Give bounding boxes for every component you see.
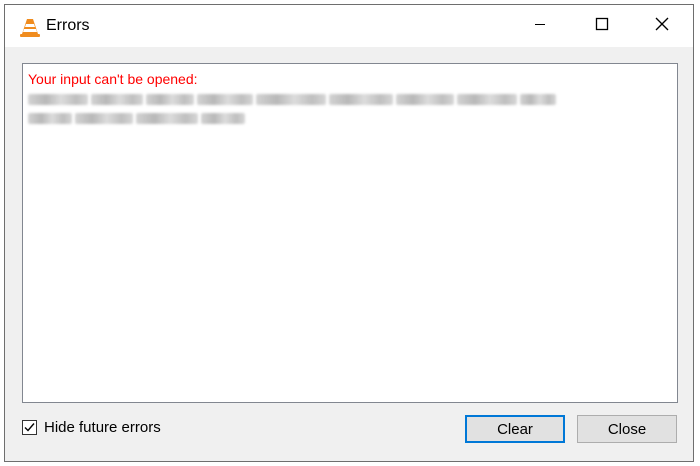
maximize-icon (595, 17, 609, 36)
clear-button[interactable]: Clear (465, 415, 565, 443)
minimize-button[interactable] (509, 5, 571, 47)
checkbox-box[interactable] (22, 420, 37, 435)
window-title: Errors (46, 17, 90, 34)
hide-future-errors-checkbox[interactable]: Hide future errors (22, 419, 161, 436)
vlc-cone-icon (19, 16, 41, 38)
close-button[interactable]: Close (577, 415, 677, 443)
checkbox-label: Hide future errors (44, 419, 161, 436)
error-log-area[interactable]: Your input can't be opened: (22, 63, 678, 403)
checkmark-icon (24, 423, 35, 432)
redacted-error-detail (28, 93, 556, 105)
window-close-button[interactable] (631, 5, 693, 47)
error-heading: Your input can't be opened: (28, 71, 198, 87)
redacted-error-detail (28, 112, 245, 124)
errors-dialog: Errors Your input can't be opened: Hide … (4, 4, 694, 462)
maximize-button[interactable] (571, 5, 633, 47)
close-icon (655, 17, 669, 36)
minimize-icon (534, 17, 546, 35)
title-bar[interactable]: Errors (5, 5, 693, 47)
